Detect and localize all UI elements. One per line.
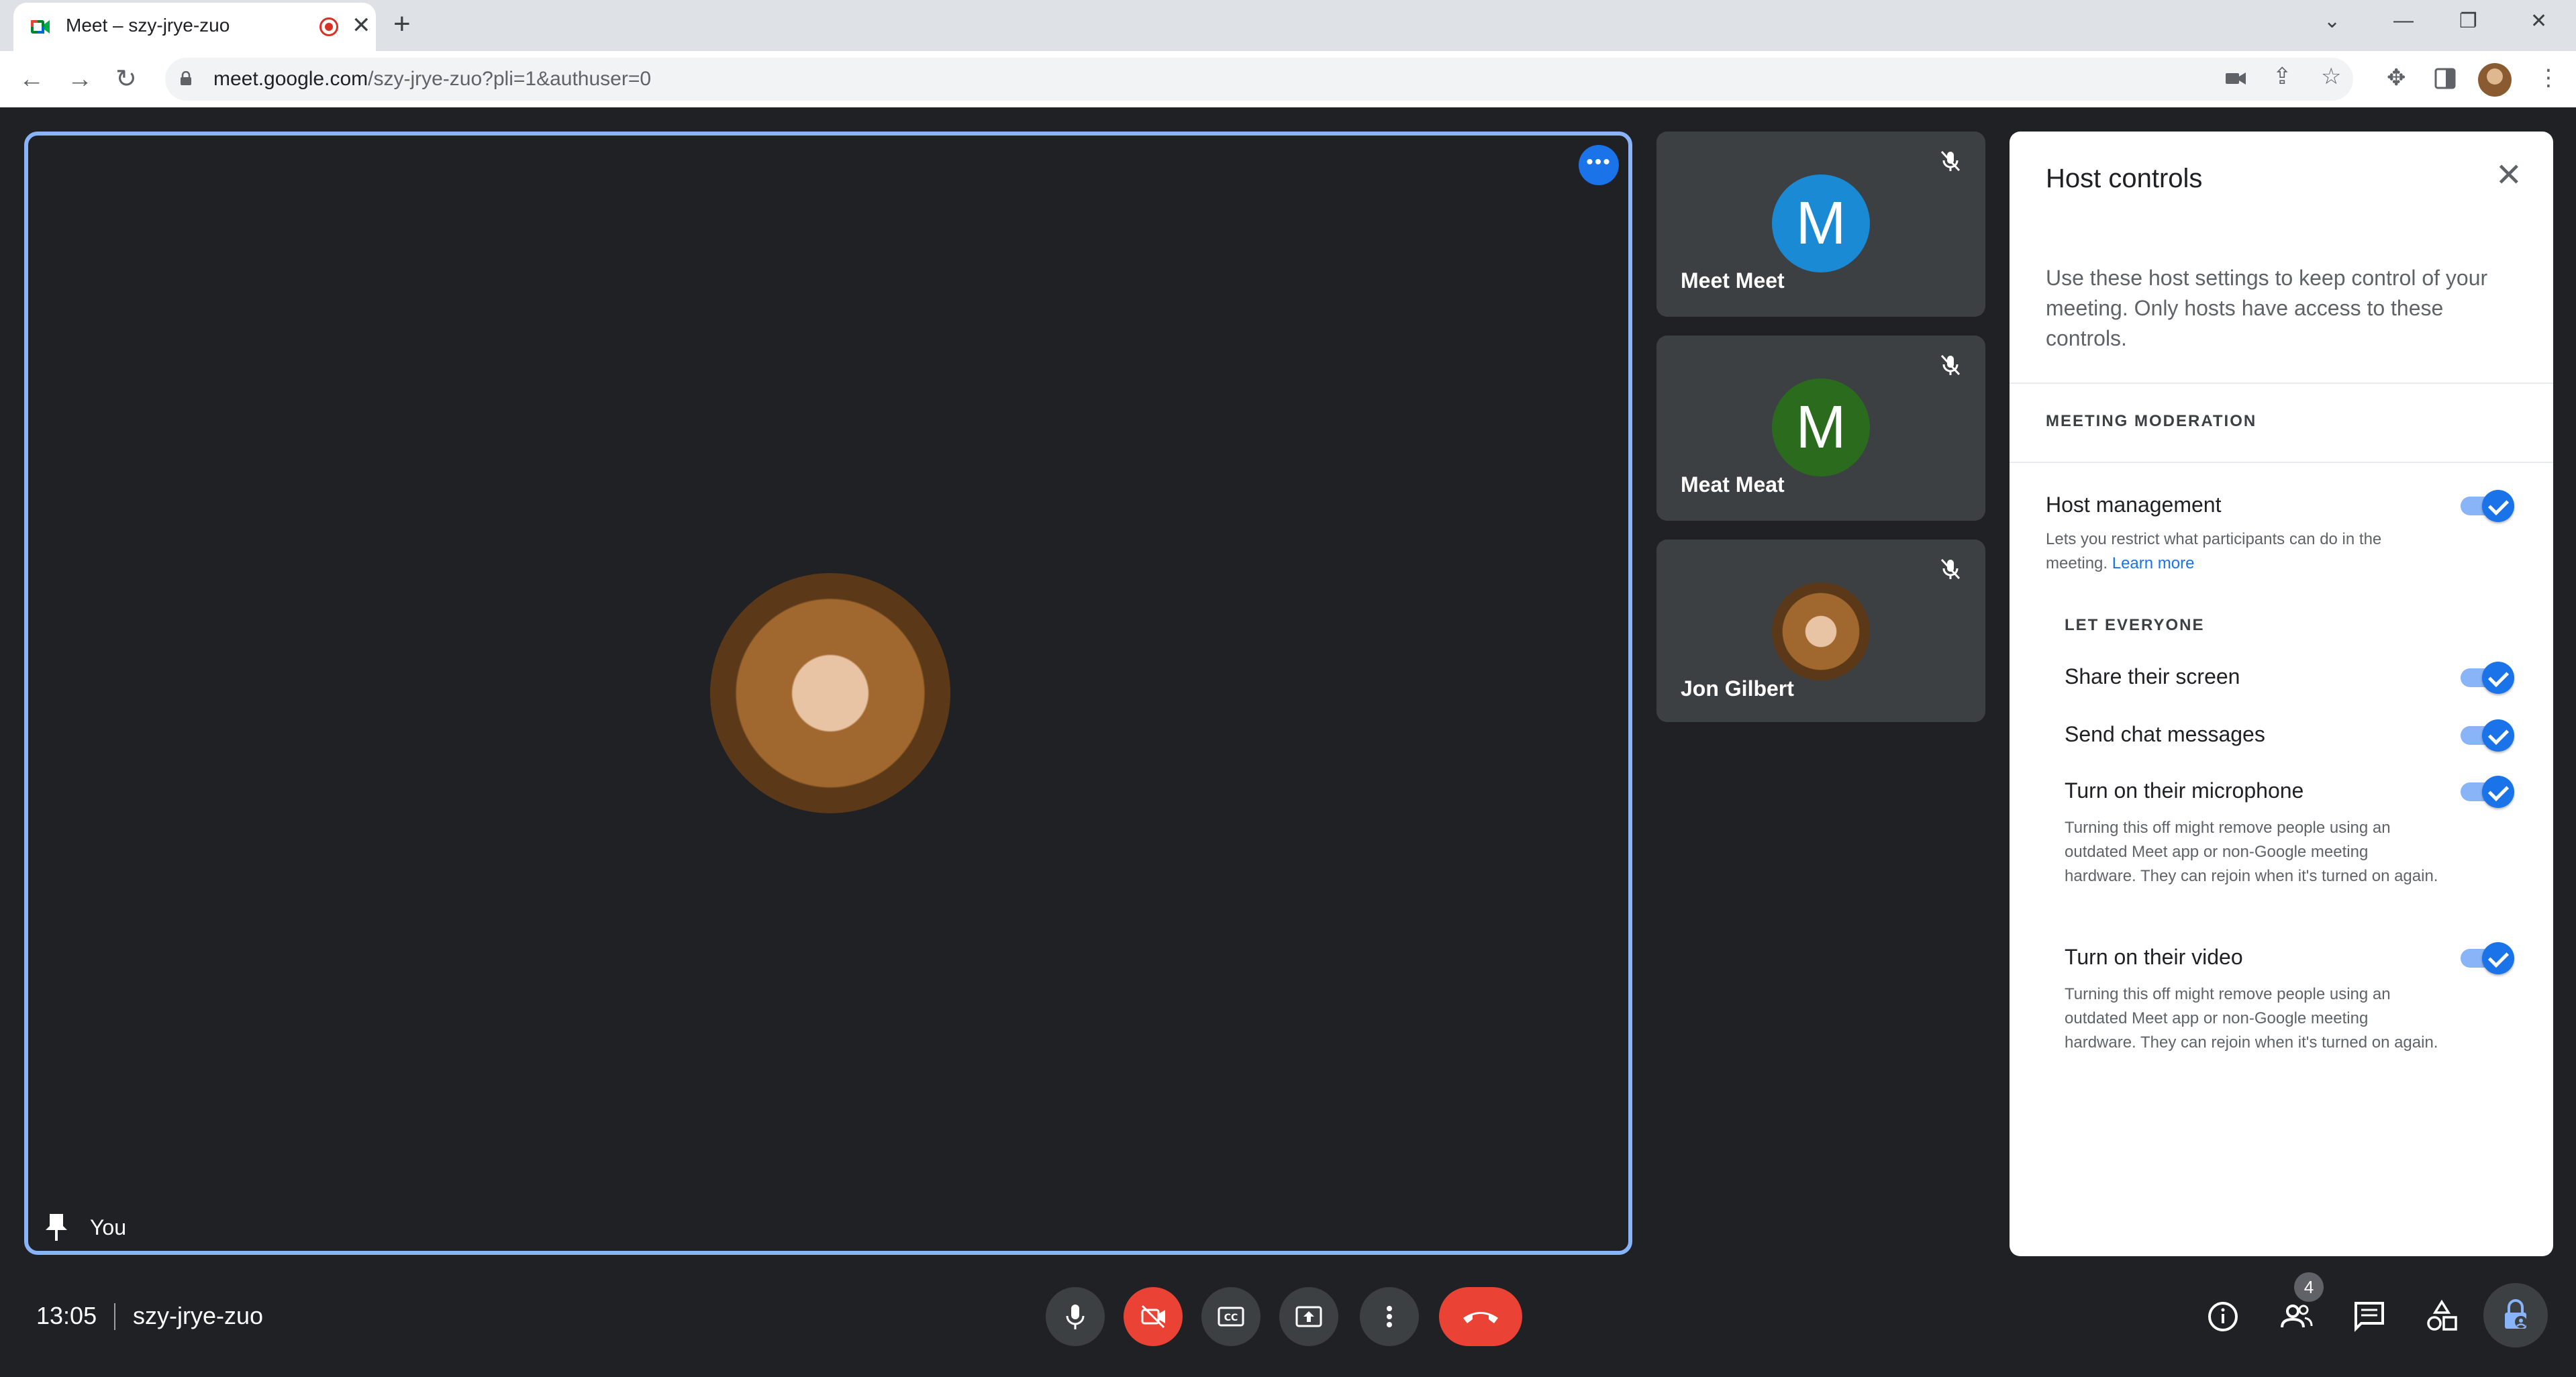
mic-icon <box>1066 1305 1085 1329</box>
camera-button[interactable] <box>1124 1287 1183 1346</box>
share-screen-label: Share their screen <box>2065 664 2240 688</box>
section-header-moderation: MEETING MODERATION <box>2046 412 2257 430</box>
end-call-button[interactable] <box>1439 1287 1522 1346</box>
share-icon[interactable]: ⇪ <box>2273 63 2292 90</box>
meet-favicon <box>31 20 50 34</box>
self-avatar <box>710 573 950 813</box>
record-icon <box>319 17 338 36</box>
video-toggle[interactable] <box>2461 942 2514 974</box>
mic-off-icon <box>1940 354 1961 376</box>
captions-button[interactable]: CC <box>1201 1287 1260 1346</box>
host-management-label: Host management <box>2046 493 2222 517</box>
main-video-stage: ••• You <box>24 132 1632 1255</box>
close-icon[interactable]: ✕ <box>352 12 371 39</box>
video-description: Turning this off might remove people usi… <box>2065 985 2438 1052</box>
participant-photo <box>1772 582 1870 680</box>
chat-messages-label: Send chat messages <box>2065 722 2265 746</box>
captions-icon: CC <box>1218 1307 1244 1327</box>
microphone-label: Turn on their microphone <box>2065 778 2304 803</box>
restore-icon[interactable]: ❐ <box>2459 9 2477 33</box>
participant-tile[interactable]: M Meet Meet <box>1656 132 1985 317</box>
profile-avatar[interactable] <box>2478 63 2512 97</box>
meeting-clock: 13:05 <box>36 1302 97 1329</box>
reload-icon[interactable]: ↻ <box>115 63 137 95</box>
chat-icon[interactable] <box>2349 1296 2389 1337</box>
panel-description: Use these host settings to keep control … <box>2046 266 2488 350</box>
panel-title: Host controls <box>2046 164 2203 193</box>
mic-off-icon <box>1940 558 1961 580</box>
microphone-toggle[interactable] <box>2461 776 2514 808</box>
divider <box>2010 462 2553 463</box>
meeting-code: szy-jrye-zuo <box>133 1302 264 1329</box>
back-icon[interactable]: ← <box>19 63 44 95</box>
more-options-icon[interactable]: ••• <box>1579 145 1619 185</box>
star-icon[interactable]: ☆ <box>2321 63 2341 90</box>
more-vert-icon <box>1387 1306 1392 1327</box>
host-controls-button[interactable] <box>2483 1283 2548 1347</box>
chat-messages-toggle[interactable] <box>2461 719 2514 752</box>
participant-name: Meet Meet <box>1681 268 1785 293</box>
participant-tile[interactable]: M Meat Meat <box>1656 336 1985 521</box>
activities-icon[interactable] <box>2422 1296 2462 1337</box>
camera-off-icon <box>1141 1305 1165 1329</box>
share-screen-toggle[interactable] <box>2461 662 2514 694</box>
mic-off-icon <box>1940 150 1961 172</box>
more-options-button[interactable] <box>1360 1287 1419 1346</box>
participant-initial: M <box>1772 174 1870 272</box>
participant-tile[interactable]: Jon Gilbert <box>1656 540 1985 722</box>
close-icon[interactable]: ✕ <box>2495 160 2522 192</box>
participant-name: Meat Meat <box>1681 472 1785 497</box>
video-label: Turn on their video <box>2065 945 2243 969</box>
section-header-let-everyone: LET EVERYONE <box>2065 616 2205 634</box>
host-lock-icon <box>2505 1299 2527 1329</box>
present-button[interactable] <box>1279 1287 1338 1346</box>
tab-title: Meet – szy-jrye-zuo <box>66 15 230 36</box>
window-close-icon[interactable]: ✕ <box>2530 9 2547 33</box>
address-bar[interactable]: meet.google.com/szy-jrye-zuo?pli=1&authu… <box>165 58 2353 101</box>
svg-text:CC: CC <box>1224 1313 1238 1323</box>
mic-button[interactable] <box>1046 1287 1105 1346</box>
present-icon <box>1295 1306 1322 1327</box>
end-call-icon <box>1463 1312 1498 1323</box>
forward-icon[interactable]: → <box>67 63 93 95</box>
plus-icon[interactable]: + <box>393 8 411 40</box>
participant-name: Jon Gilbert <box>1681 676 1794 701</box>
divider <box>114 1303 115 1330</box>
url-host: meet.google.com <box>213 68 368 90</box>
browser-tab[interactable]: Meet – szy-jrye-zuo ✕ <box>13 3 376 51</box>
host-management-sub: Lets you restrict what participants can … <box>2046 530 2382 572</box>
host-management-toggle[interactable] <box>2461 490 2514 522</box>
url-path: /szy-jrye-zuo?pli=1&authuser=0 <box>368 68 652 90</box>
host-management-description: Lets you restrict what participants can … <box>2046 527 2422 576</box>
pin-icon[interactable] <box>43 1213 70 1242</box>
browser-toolbar: ← → ↻ meet.google.com/szy-jrye-zuo?pli=1… <box>0 51 2576 107</box>
chevron-down-icon[interactable]: ⌄ <box>2324 9 2340 33</box>
minimize-icon[interactable]: — <box>2393 9 2414 32</box>
info-icon[interactable] <box>2203 1296 2243 1337</box>
participant-initial: M <box>1772 378 1870 476</box>
microphone-description: Turning this off might remove people usi… <box>2065 819 2438 885</box>
learn-more-link[interactable]: Learn more <box>2112 554 2195 572</box>
url-text: meet.google.com/szy-jrye-zuo?pli=1&authu… <box>213 68 651 91</box>
host-controls-panel: Host controls ✕ Use these host settings … <box>2010 132 2553 1256</box>
people-count-badge: 4 <box>2294 1272 2324 1302</box>
kebab-icon[interactable]: ⋮ <box>2537 64 2560 91</box>
extensions-icon[interactable]: ✥ <box>2387 64 2406 91</box>
sidepanel-icon[interactable] <box>2434 67 2457 90</box>
camera-icon[interactable] <box>2224 68 2247 89</box>
self-name: You <box>90 1215 126 1239</box>
browser-tab-strip: Meet – szy-jrye-zuo ✕ + ⌄ — ❐ ✕ <box>0 0 2576 51</box>
divider <box>2010 382 2553 384</box>
self-label: You <box>43 1211 126 1244</box>
people-icon[interactable] <box>2277 1296 2317 1337</box>
lock-icon <box>181 71 191 85</box>
